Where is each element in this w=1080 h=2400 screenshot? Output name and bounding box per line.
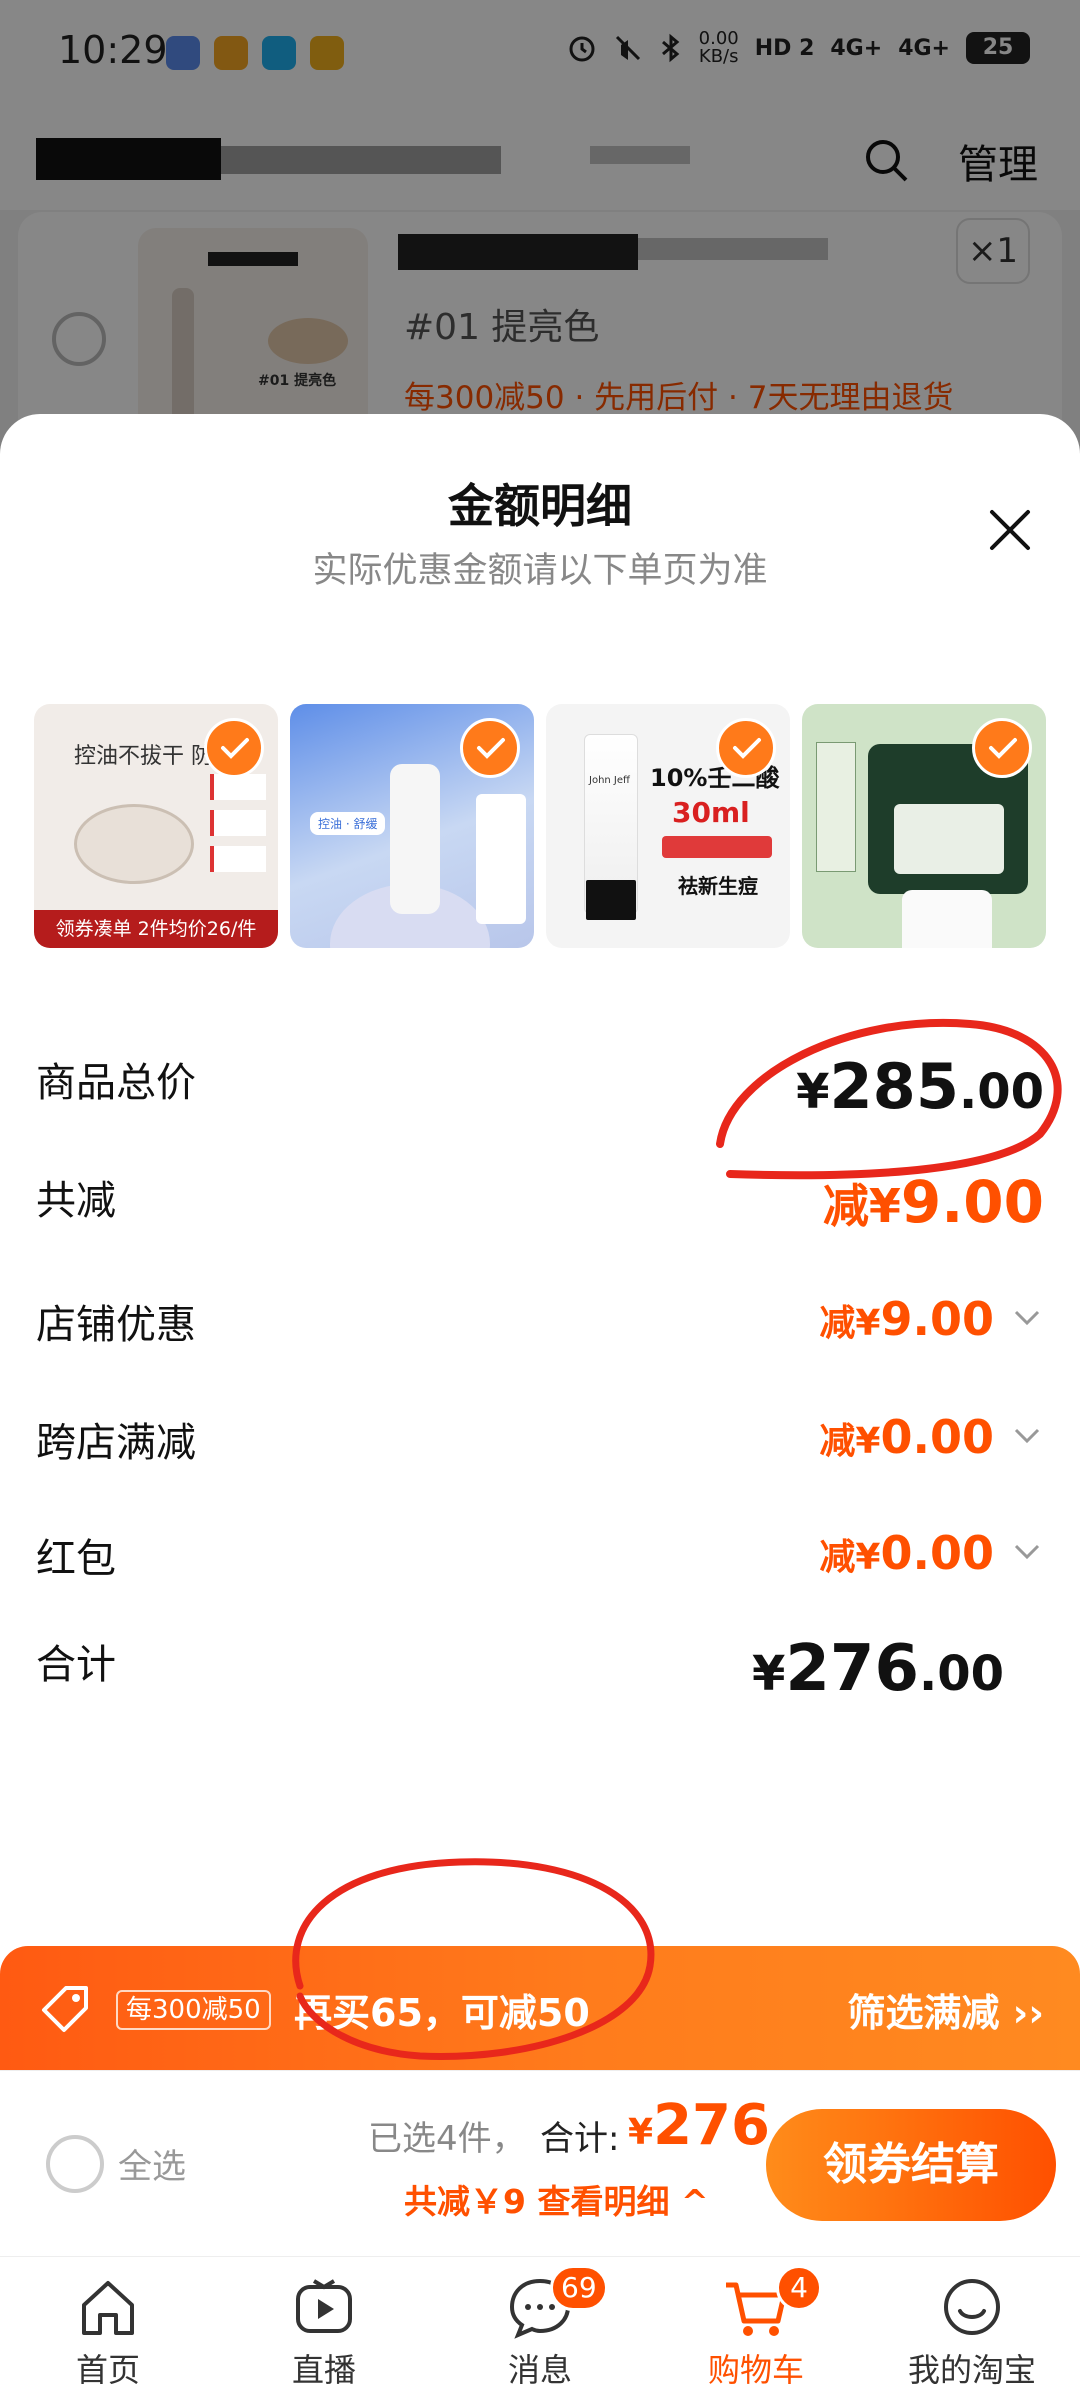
sheet-title: 金额明细 [448, 479, 632, 533]
shop-discount-label: 店铺优惠 [36, 1302, 196, 1348]
profile-icon [944, 2279, 1000, 2335]
box-window [894, 804, 1004, 874]
tissue [902, 890, 992, 948]
full-reduction-banner[interactable]: 每300减50 再买65，可减50 筛选满减 ›› [0, 1946, 1080, 2070]
side-tag [816, 742, 856, 872]
tab-live[interactable]: 直播 [244, 2271, 404, 2397]
coupon-tag-icon [42, 1986, 88, 2032]
close-icon[interactable] [980, 500, 1040, 560]
discount-prefix: 减¥ [819, 1303, 881, 1344]
tab-label: 消息 [507, 2351, 572, 2389]
subtotal-int: 285 [829, 1050, 959, 1123]
grand-total-label: 合计 [36, 1642, 116, 1688]
powder-compact [74, 804, 194, 884]
promo-tags [210, 774, 266, 882]
discount-int: 0 [880, 1526, 913, 1580]
subtotal-value: ¥285.00 [796, 1050, 1044, 1123]
view-details-link[interactable]: 共减￥9 查看明细 ^ [404, 2175, 709, 2223]
thumb-caption: 领券凑单 2件均价26/件 [34, 910, 278, 948]
discount-int: 9 [900, 1168, 942, 1236]
tube-cap [586, 880, 636, 920]
promo-text: 再买65，可减50 [294, 1991, 590, 2035]
discount-int: 0 [880, 1410, 913, 1464]
discount-dec: .00 [941, 1168, 1044, 1236]
checked-icon [460, 718, 520, 778]
discount-prefix: 减¥ [822, 1179, 901, 1233]
subtotal-dec: .00 [958, 1064, 1044, 1120]
currency: ¥ [751, 1646, 786, 1702]
thumb-volume: 30ml [672, 796, 750, 829]
tab-label: 购物车 [707, 2351, 804, 2389]
red-packet-label: 红包 [36, 1536, 116, 1582]
tab-label: 我的淘宝 [907, 2351, 1036, 2389]
selected-items-thumbnails: 控油不拔干 防水 领券凑单 2件均价26/件 控油 · 舒缓 John Jeff… [34, 704, 1046, 948]
checkout-bar: 全选 已选4件， 合计: ¥276 共减￥9 查看明细 ^ 领券结算 [0, 2070, 1080, 2256]
tab-messages[interactable]: 消息 69 [460, 2265, 620, 2397]
filter-full-reduction-link[interactable]: 筛选满减 ›› [847, 1982, 1044, 2037]
cross-store-label: 跨店满减 [36, 1420, 196, 1466]
tab-label: 首页 [75, 2351, 140, 2389]
info-panel [476, 794, 526, 924]
chevron-down-icon[interactable] [1010, 1534, 1044, 1568]
chevron-down-icon[interactable] [1010, 1418, 1044, 1452]
discount-dec: .00 [912, 1410, 995, 1464]
tab-my-taobao[interactable]: 我的淘宝 [892, 2271, 1052, 2397]
bottom-tab-bar: 首页 直播 消息 69 购物车 4 我的淘宝 [0, 2256, 1080, 2400]
discount-dec: .00 [912, 1526, 995, 1580]
thumb-brand: John Jeff [589, 775, 630, 786]
total-dec: .00 [918, 1646, 1004, 1702]
discount-int: 9 [880, 1292, 913, 1346]
discount-prefix: 减¥ [819, 1537, 881, 1578]
thumb-effect: 祛新生痘 [678, 874, 758, 898]
total-discount-label: 共减 [36, 1178, 116, 1224]
sheet-subtitle: 实际优惠金额请以下单页为准 [312, 551, 768, 591]
selected-item-thumb[interactable]: John Jeff 10%壬二酸 30ml 祛新生痘 [546, 704, 790, 948]
total-int: 276 [785, 1632, 919, 1706]
live-icon [296, 2279, 352, 2333]
currency: ¥ [796, 1064, 830, 1120]
checked-icon [204, 718, 264, 778]
product-bottle [390, 764, 440, 914]
discount-dec: .00 [912, 1292, 995, 1346]
currency: ¥ [628, 2112, 654, 2153]
discount-prefix: 减¥ [819, 1421, 881, 1462]
chevron-down-icon[interactable] [1010, 1300, 1044, 1334]
select-all-radio[interactable] [46, 2135, 104, 2193]
unread-badge: 69 [550, 2265, 608, 2311]
thumb-badge: 控油 · 舒缓 [310, 812, 386, 835]
selected-count: 已选4件， [368, 2119, 526, 2159]
sum-amount: ¥276 [628, 2093, 770, 2158]
subtotal-label: 商品总价 [36, 1060, 196, 1106]
grand-total-value: ¥276.00 [752, 1632, 1044, 1706]
total-discount-value: 减¥9.00 [823, 1168, 1044, 1236]
selected-item-thumb[interactable] [802, 704, 1046, 948]
promo-pill: 每300减50 [116, 1990, 271, 2030]
selected-item-thumb[interactable]: 控油不拔干 防水 领券凑单 2件均价26/件 [34, 704, 278, 948]
cart-count-badge: 4 [776, 2265, 822, 2311]
tab-cart[interactable]: 购物车 4 [676, 2265, 836, 2397]
select-all-label[interactable]: 全选 [118, 2139, 186, 2188]
thumb-red-label [662, 836, 772, 858]
tab-home[interactable]: 首页 [28, 2271, 188, 2397]
sum-amount-value: 276 [653, 2093, 770, 2158]
tab-label: 直播 [291, 2351, 356, 2389]
sum-label: 合计: [540, 2119, 620, 2159]
selected-item-thumb[interactable]: 控油 · 舒缓 [290, 704, 534, 948]
checked-icon [972, 718, 1032, 778]
checked-icon [716, 718, 776, 778]
home-icon [82, 2281, 134, 2335]
checkout-button[interactable]: 领券结算 [766, 2109, 1056, 2221]
